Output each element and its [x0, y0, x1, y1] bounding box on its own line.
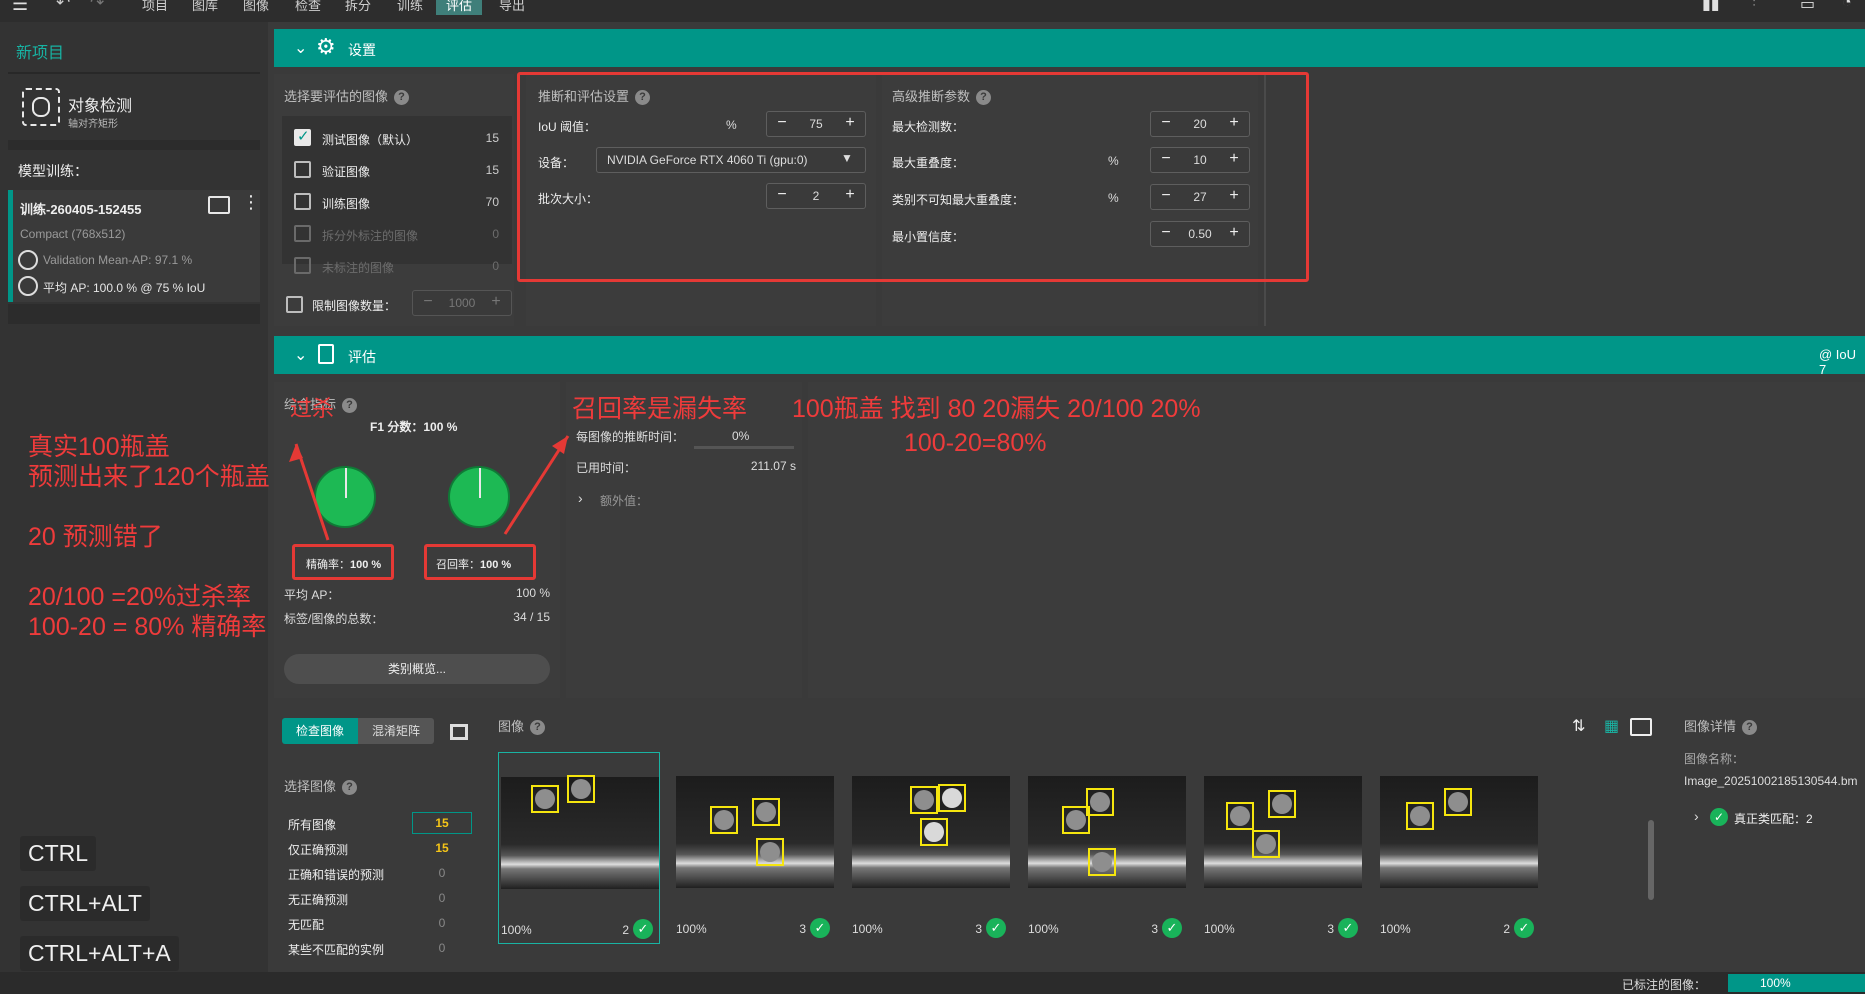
keyboard-overlay-ctrl-alt-a: CTRL+ALT+A	[20, 936, 179, 971]
image-details-title: 图像详情?	[1684, 716, 1758, 736]
filter-correct-only-count: 15	[435, 841, 449, 855]
thumbnail-percent: 100%	[1380, 922, 1411, 936]
thumbnail-count: 3	[975, 922, 982, 936]
thumbnail-image	[501, 775, 659, 889]
thumbnail[interactable]: 100% 3 ✓	[674, 752, 836, 944]
help-question-icon[interactable]: ?	[342, 780, 358, 796]
filter-all-images-count: 15	[412, 812, 472, 834]
thumbnail-count: 3	[799, 922, 806, 936]
check-icon: ✓	[1338, 918, 1358, 938]
thumbnail[interactable]: 100% 2 ✓	[1378, 752, 1540, 944]
thumbnail-percent: 100%	[1204, 922, 1235, 936]
true-positive-match[interactable]: 真正类匹配：2	[1734, 810, 1813, 827]
keyboard-overlay-ctrl-alt: CTRL+ALT	[20, 886, 150, 921]
select-images-title: 选择图像?	[284, 776, 358, 796]
thumbnail-image	[1028, 776, 1186, 888]
thumbnail-percent: 100%	[676, 922, 707, 936]
image-name-value: Image_20251002185130544.bm	[1684, 774, 1858, 788]
thumbnail-image	[852, 776, 1010, 888]
check-icon: ✓	[986, 918, 1006, 938]
filter-all-images[interactable]: 所有图像	[288, 816, 336, 833]
filter-no-match-count: 0	[438, 916, 446, 930]
image-details-panel: 图像详情? 图像名称： Image_20251002185130544.bm ›…	[1674, 708, 1865, 964]
thumbnail-image	[1204, 776, 1362, 888]
tab-confusion-matrix[interactable]: 混淆矩阵	[358, 718, 434, 744]
status-bar: 已标注的图像： 100%	[0, 972, 1865, 994]
check-icon: ✓	[1710, 808, 1728, 826]
filter-no-correct-count: 0	[438, 891, 446, 905]
keyboard-overlay-ctrl: CTRL	[20, 836, 97, 871]
labeled-images-value: 100%	[1760, 976, 1791, 990]
filter-correct-and-wrong-count: 0	[438, 866, 446, 880]
check-icon: ✓	[810, 918, 830, 938]
help-question-icon[interactable]: ?	[530, 720, 546, 736]
thumbnail-count: 3	[1151, 922, 1158, 936]
inspect-panel: 检查图像 混淆矩阵 选择图像? 所有图像 15 仅正确预测 15 正确和错误的预…	[274, 708, 484, 964]
filter-some-unmatched[interactable]: 某些不匹配的实例	[288, 941, 384, 958]
filter-no-correct[interactable]: 无正确预测	[288, 891, 348, 908]
expand-chevron-icon[interactable]: ›	[1694, 808, 1699, 824]
thumbnail[interactable]: 100% 3 ✓	[1026, 752, 1188, 944]
labeled-images-label: 已标注的图像：	[1622, 978, 1707, 992]
thumbnail-percent: 100%	[1028, 922, 1059, 936]
thumbnail-image	[676, 776, 834, 888]
tab-inspect-images[interactable]: 检查图像	[282, 718, 358, 744]
thumbnail-percent: 100%	[501, 923, 532, 937]
gallery-scrollbar[interactable]	[1648, 820, 1654, 900]
check-icon: ✓	[633, 919, 653, 939]
image-name-label: 图像名称：	[1684, 752, 1745, 766]
thumbnail[interactable]: 100% 3 ✓	[1202, 752, 1364, 944]
filter-some-unmatched-count: 0	[438, 941, 446, 955]
check-icon: ✓	[1162, 918, 1182, 938]
help-question-icon[interactable]: ?	[1742, 720, 1758, 736]
image-view-icon[interactable]	[1630, 718, 1652, 736]
thumbnail-count: 2	[1503, 922, 1510, 936]
labeled-images-progress	[1728, 974, 1865, 992]
check-icon: ✓	[1514, 918, 1534, 938]
thumbnail[interactable]: 100% 2 ✓	[498, 752, 660, 944]
grid-view-icon[interactable]: ▦	[1604, 716, 1619, 736]
thumbnail-image	[1380, 776, 1538, 888]
thumbnail[interactable]: 100% 3 ✓	[850, 752, 1012, 944]
thumbnail-count: 3	[1327, 922, 1334, 936]
filter-no-match[interactable]: 无匹配	[288, 916, 324, 933]
sort-icon[interactable]: ⇅	[1572, 716, 1585, 736]
thumbnail-percent: 100%	[852, 922, 883, 936]
thumbnail-count: 2	[622, 923, 629, 937]
filter-correct-and-wrong[interactable]: 正确和错误的预测	[288, 866, 384, 883]
layout-grid-icon[interactable]	[450, 724, 468, 740]
gallery-title: 图像?	[498, 716, 546, 736]
filter-correct-only[interactable]: 仅正确预测	[288, 841, 348, 858]
